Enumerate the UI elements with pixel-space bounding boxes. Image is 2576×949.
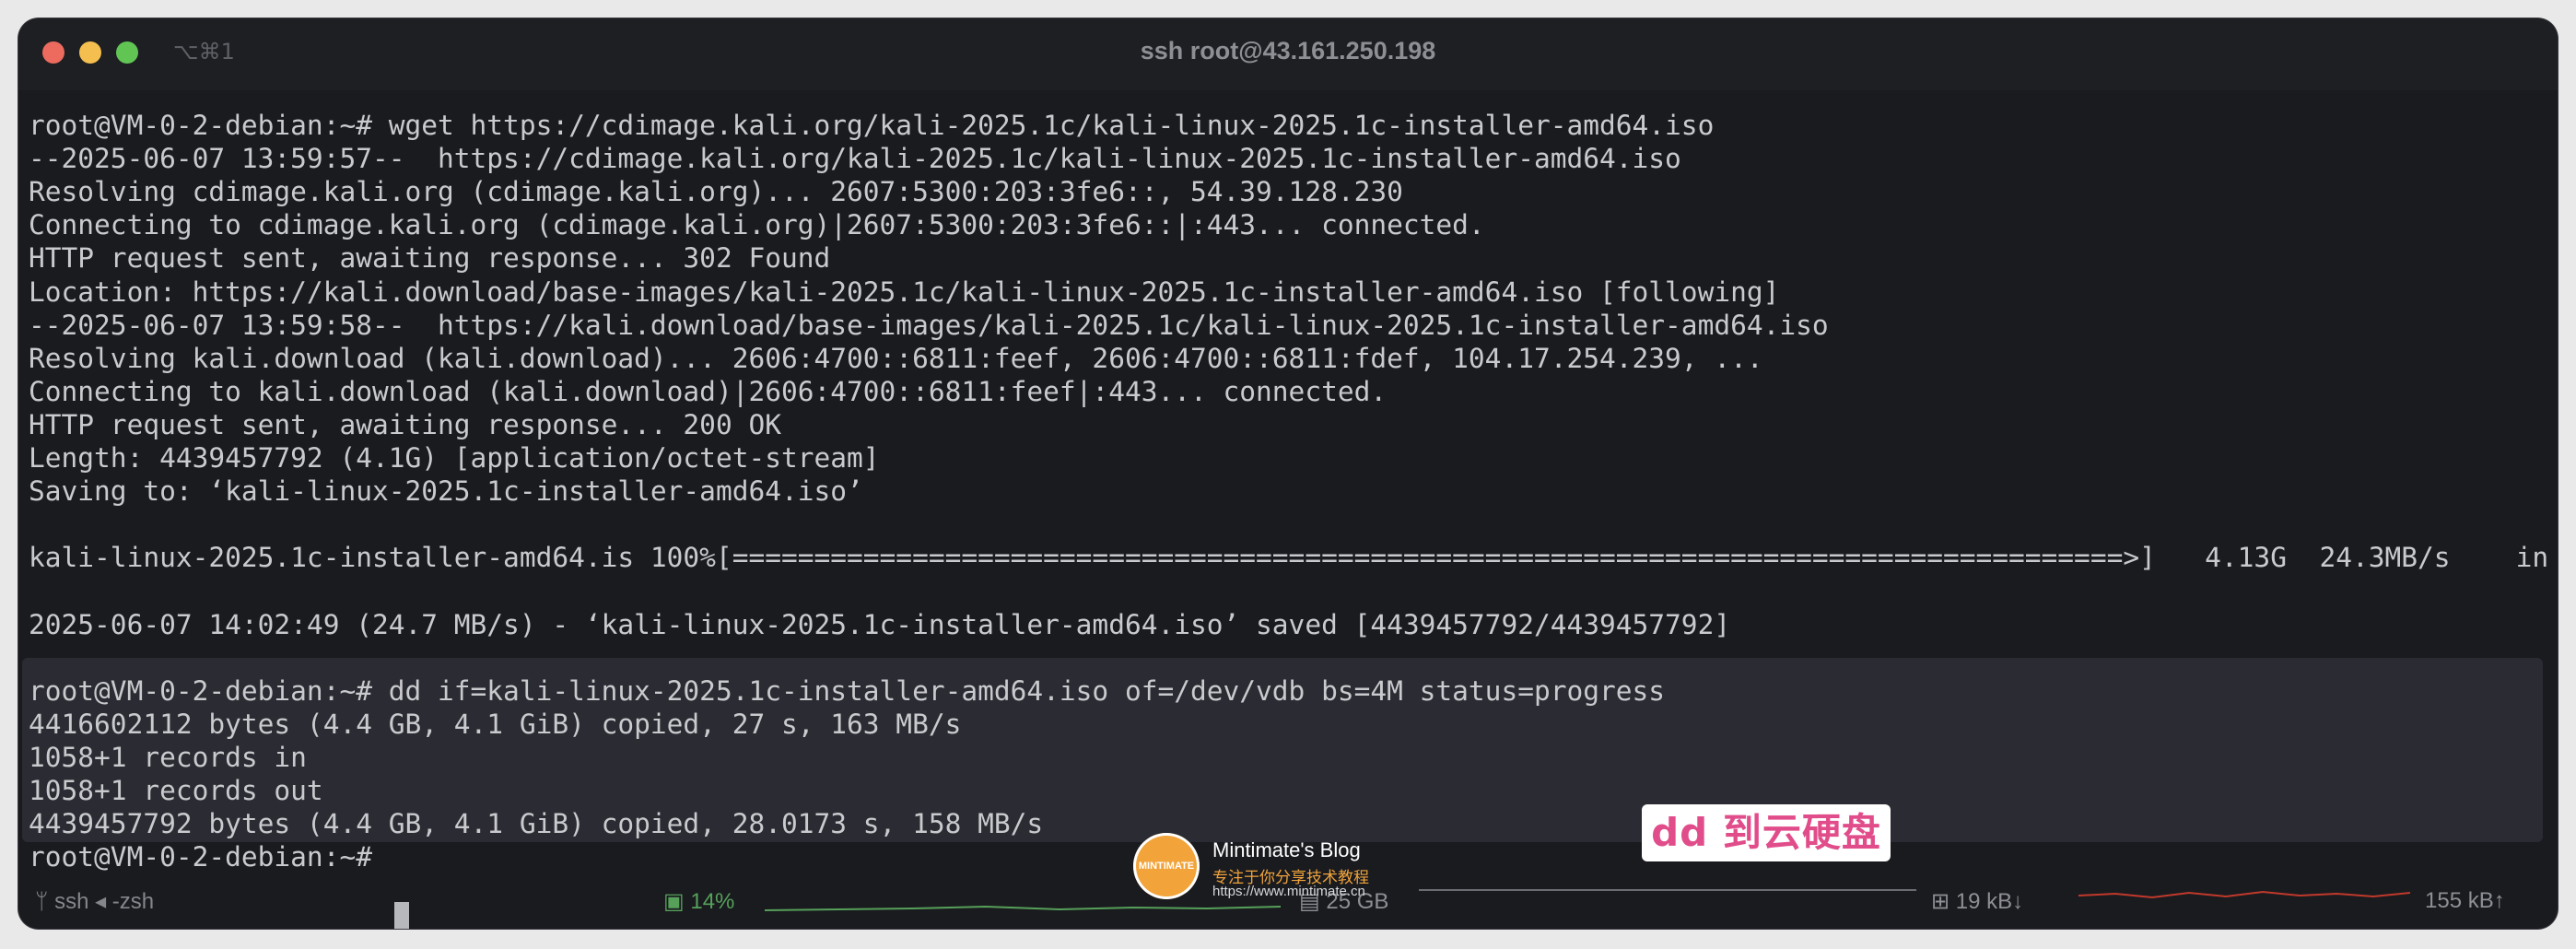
blog-name: Mintimate's Blog [1212, 838, 1361, 861]
blog-watermark: MINTIMATE Mintimate's Blog 专注于你分享技术教程 ht… [1133, 831, 1437, 905]
terminal-line: Length: 4439457792 (4.1G) [application/o… [29, 442, 880, 474]
terminal-line: 1058+1 records out [29, 775, 323, 806]
terminal-window: ⌥⌘1 ssh root@43.161.250.198 root@VM-0-2-… [18, 18, 2558, 929]
terminal-line: root@VM-0-2-debian:~# dd if=kali-linux-2… [29, 674, 1666, 707]
title-bar: ⌥⌘1 ssh root@43.161.250.198 [18, 18, 2558, 90]
terminal-line: 1058+1 records in [29, 741, 307, 773]
terminal-line: Resolving cdimage.kali.org (cdimage.kali… [29, 176, 1403, 208]
network-down: ⊞ 19 kB↓ [1931, 889, 2024, 914]
network-icon: ⊞ [1931, 889, 1956, 914]
terminal-line: root@VM-0-2-debian:~# wget https://cdima… [29, 110, 1715, 141]
terminal-line: HTTP request sent, awaiting response... … [29, 408, 781, 440]
terminal-line: --2025-06-07 13:59:58-- https://kali.dow… [29, 309, 1829, 341]
annotation-label: dd 到云硬盘 [1642, 804, 1891, 861]
window-title: ssh root@43.161.250.198 [1140, 37, 1436, 64]
terminal-output[interactable]: root@VM-0-2-debian:~# wget https://cdima… [18, 98, 2558, 929]
blog-logo: MINTIMATE [1133, 833, 1200, 899]
terminal-line: 4439457792 bytes (4.4 GB, 4.1 GiB) copie… [29, 808, 1044, 840]
terminal-line: Saving to: ‘kali-linux-2025.1c-installer… [29, 475, 863, 508]
terminal-line: --2025-06-07 13:59:57-- https://cdimage.… [29, 143, 1681, 175]
terminal-line: Connecting to kali.download (kali.downlo… [29, 375, 1388, 407]
network-sparkline [2078, 890, 2410, 899]
terminal-line: HTTP request sent, awaiting response... … [29, 242, 831, 275]
terminal-line: kali-linux-2025.1c-installer-amd64.is 10… [29, 542, 2558, 574]
network-up: 155 kB↑ [2425, 888, 2505, 913]
terminal-line: 4416602112 bytes (4.4 GB, 4.1 GiB) copie… [29, 708, 962, 740]
cpu-usage: ▣ 14% [663, 889, 735, 914]
terminal-line: Resolving kali.download (kali.download).… [29, 342, 1763, 374]
branch-icon: ᛘ [35, 889, 55, 914]
blog-url: https://www.mintimate.cn [1212, 884, 1365, 899]
terminal-line: 2025-06-07 14:02:49 (24.7 MB/s) - ‘kali-… [29, 608, 1731, 640]
memory-sparkline [1419, 889, 1916, 891]
terminal-line: root@VM-0-2-debian:~# [29, 841, 389, 873]
terminal-line: Connecting to cdimage.kali.org (cdimage.… [29, 209, 1485, 241]
shell-indicator: ᛘ ssh ◂ -zsh [35, 889, 155, 914]
cpu-icon: ▣ [663, 889, 691, 914]
terminal-line: Location: https://kali.download/base-ima… [29, 275, 1780, 308]
